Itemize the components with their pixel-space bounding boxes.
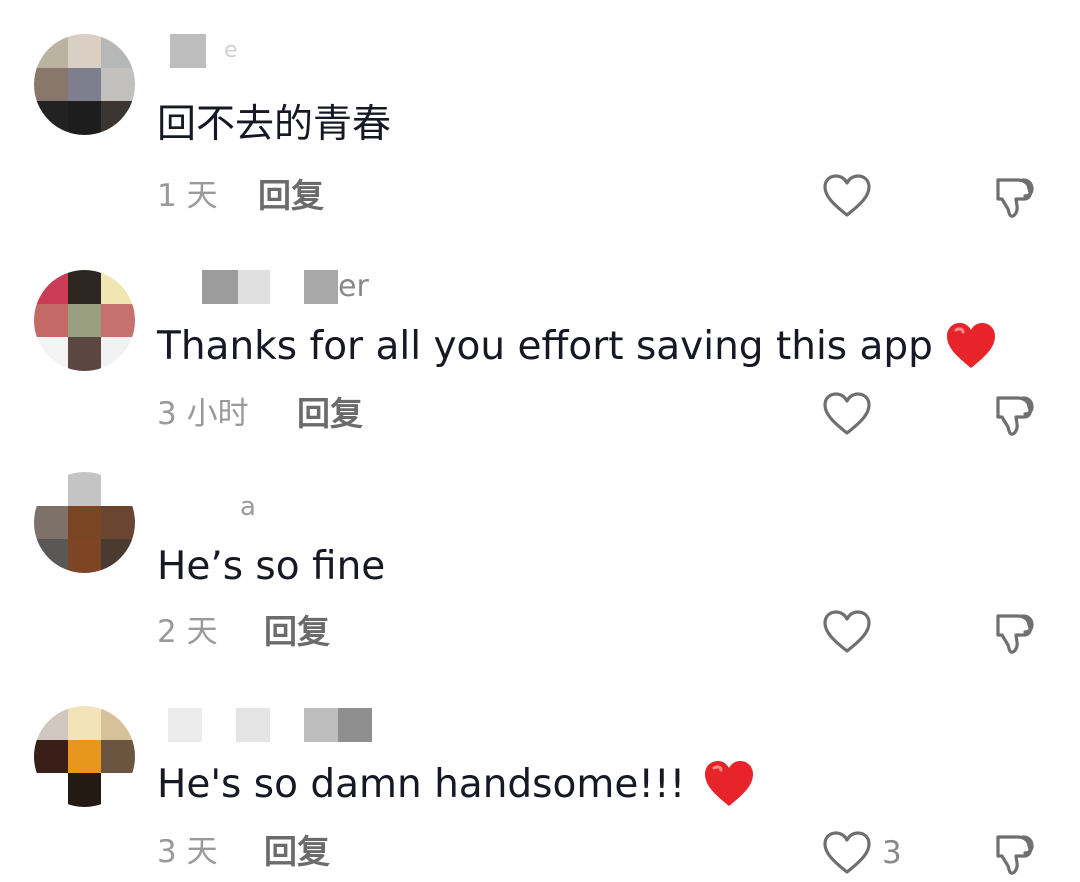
comment-text: Thanks for all you effort saving this ap… xyxy=(157,322,997,373)
reply-button[interactable]: 回复 xyxy=(297,394,363,434)
avatar-pixel xyxy=(34,706,68,740)
avatar[interactable] xyxy=(34,472,135,573)
like-button[interactable] xyxy=(822,391,872,437)
comment-time: 1 天 xyxy=(157,178,218,214)
username-redaction xyxy=(202,270,238,304)
username-redaction xyxy=(170,34,206,68)
comment-time: 3 小时 xyxy=(157,396,249,432)
avatar-pixel xyxy=(101,505,135,540)
thumbs-down-icon xyxy=(996,614,1034,654)
comment-item: He's so damn handsome!!! 3 天 回复 3 xyxy=(0,654,1080,875)
avatar-pixel xyxy=(34,472,68,506)
reply-button[interactable]: 回复 xyxy=(258,176,324,216)
username-redaction xyxy=(168,708,202,742)
avatar-pixel xyxy=(34,303,68,338)
avatar-pixel xyxy=(101,773,135,807)
avatar-pixel xyxy=(67,34,102,68)
comment-text: He's so damn handsome!!! xyxy=(157,760,755,811)
heart-outline-icon xyxy=(823,174,871,217)
avatar-pixel xyxy=(34,539,68,573)
thumbs-down-icon xyxy=(996,178,1034,218)
like-button[interactable] xyxy=(822,609,872,655)
avatar[interactable] xyxy=(34,34,135,135)
comment-text: 回不去的青春 xyxy=(157,102,392,147)
avatar-pixel xyxy=(34,739,68,774)
like-button[interactable] xyxy=(822,830,872,876)
avatar-pixel xyxy=(67,270,102,304)
avatar-pixel xyxy=(34,34,68,68)
avatar-pixel xyxy=(34,337,68,371)
username-redaction xyxy=(236,708,270,742)
avatar-pixel xyxy=(67,706,102,740)
like-count: 3 xyxy=(882,835,902,871)
avatar-mosaic xyxy=(34,706,135,807)
avatar-pixel xyxy=(101,101,135,135)
avatar-pixel xyxy=(67,337,102,371)
avatar-pixel xyxy=(101,67,135,102)
avatar-mosaic xyxy=(34,472,135,573)
comment-time: 3 天 xyxy=(157,834,218,870)
dislike-button[interactable] xyxy=(990,390,1038,438)
heart-outline-icon xyxy=(823,392,871,435)
avatar-pixel xyxy=(67,101,102,135)
comment-text-content: Thanks for all you effort saving this ap… xyxy=(157,324,933,369)
red-heart-emoji xyxy=(703,760,755,808)
avatar-pixel xyxy=(34,67,68,102)
comment-item: er Thanks for all you effort saving this… xyxy=(0,218,1080,436)
avatar-pixel xyxy=(67,505,102,540)
avatar-pixel xyxy=(67,773,102,807)
red-heart-emoji xyxy=(945,322,997,370)
avatar-pixel xyxy=(34,505,68,540)
username-redaction xyxy=(238,270,270,304)
comment-item: a He’s so fine 2 天 回复 xyxy=(0,436,1080,654)
thumbs-down-icon xyxy=(996,835,1034,875)
avatar-pixel xyxy=(101,706,135,740)
avatar-mosaic xyxy=(34,34,135,135)
avatar-pixel xyxy=(34,270,68,304)
avatar-pixel xyxy=(34,101,68,135)
avatar[interactable] xyxy=(34,706,135,807)
dislike-button[interactable] xyxy=(990,608,1038,656)
comment-time: 2 天 xyxy=(157,614,218,650)
comment-text-content: He's so damn handsome!!! xyxy=(157,762,686,807)
avatar-pixel xyxy=(34,773,68,807)
dislike-button[interactable] xyxy=(990,172,1038,220)
username-redaction xyxy=(338,708,372,742)
like-button[interactable] xyxy=(822,173,872,219)
heart-outline-icon xyxy=(823,610,871,653)
avatar-pixel xyxy=(67,303,102,338)
heart-outline-icon xyxy=(823,831,871,874)
username-text: e xyxy=(224,38,238,63)
avatar-pixel xyxy=(67,472,102,506)
avatar-pixel xyxy=(101,337,135,371)
dislike-button[interactable] xyxy=(990,829,1038,877)
avatar-pixel xyxy=(101,472,135,506)
comment-text: He’s so fine xyxy=(157,544,386,589)
reply-button[interactable]: 回复 xyxy=(264,832,330,872)
avatar-pixel xyxy=(101,739,135,774)
username-redaction xyxy=(304,708,338,742)
avatar-pixel xyxy=(101,34,135,68)
avatar-mosaic xyxy=(34,270,135,371)
username-text: er xyxy=(338,269,369,304)
avatar-pixel xyxy=(101,303,135,338)
comment-item: e 回不去的青春 1 天 回复 xyxy=(0,0,1080,218)
avatar-pixel xyxy=(101,539,135,573)
avatar-pixel xyxy=(67,67,102,102)
username-redaction xyxy=(304,270,338,304)
avatar-pixel xyxy=(67,539,102,573)
avatar-pixel xyxy=(101,270,135,304)
username-text: a xyxy=(240,492,256,522)
reply-button[interactable]: 回复 xyxy=(264,612,330,652)
thumbs-down-icon xyxy=(996,396,1034,436)
avatar[interactable] xyxy=(34,270,135,371)
avatar-pixel xyxy=(67,739,102,774)
